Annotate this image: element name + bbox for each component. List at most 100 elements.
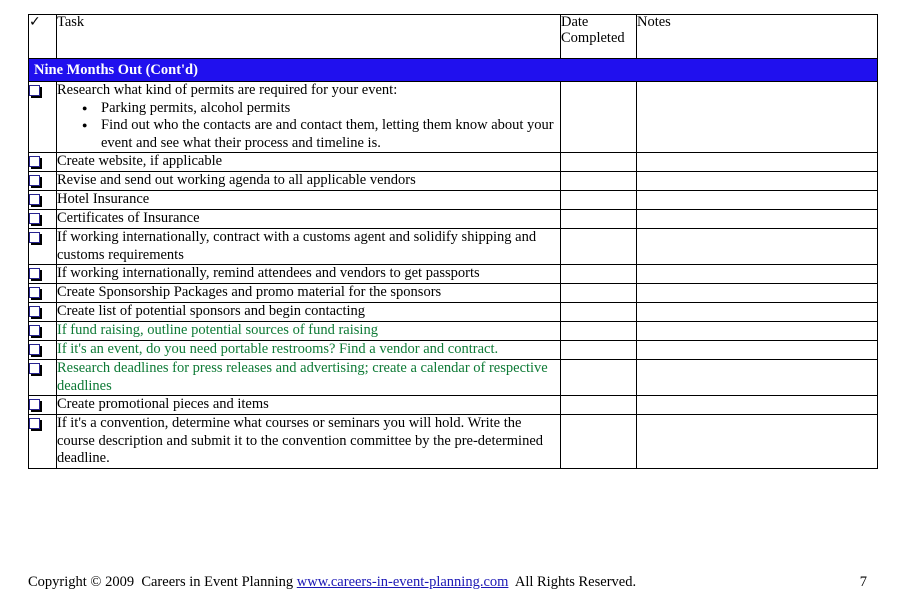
table-row: Create website, if applicable xyxy=(28,152,878,172)
date-completed-cell[interactable] xyxy=(560,171,637,191)
task-checkbox-cell[interactable] xyxy=(28,283,57,303)
checkbox-icon[interactable] xyxy=(29,268,40,279)
table-body: Nine Months Out (Cont'd) Research what ki… xyxy=(28,58,878,469)
date-completed-cell[interactable] xyxy=(560,395,637,415)
task-description-cell: Create promotional pieces and items xyxy=(56,395,561,415)
table-row: If it's an event, do you need portable r… xyxy=(28,340,878,360)
date-completed-cell[interactable] xyxy=(560,81,637,153)
table-row: Create promotional pieces and items xyxy=(28,395,878,415)
task-description-cell: If working internationally, remind atten… xyxy=(56,264,561,284)
table-row: Create list of potential sponsors and be… xyxy=(28,302,878,322)
task-sub-bullet-list: Parking permits, alcohol permitsFind out… xyxy=(57,99,560,153)
date-completed-cell[interactable] xyxy=(560,414,637,469)
task-checkbox-cell[interactable] xyxy=(28,171,57,191)
notes-cell[interactable] xyxy=(636,228,878,265)
table-row: If working internationally, contract wit… xyxy=(28,228,878,265)
notes-cell[interactable] xyxy=(636,264,878,284)
footer-rights: All Rights Reserved. xyxy=(508,574,637,590)
notes-cell[interactable] xyxy=(636,359,878,396)
table-row: If it's a convention, determine what cou… xyxy=(28,414,878,469)
document-page: ✓ Task Date Completed Notes Nine Months … xyxy=(0,0,909,609)
table-row: Research what kind of permits are requir… xyxy=(28,81,878,153)
checkbox-icon[interactable] xyxy=(29,344,40,355)
task-text: Research deadlines for press releases an… xyxy=(57,360,548,394)
task-description-cell: Research deadlines for press releases an… xyxy=(56,359,561,396)
checkbox-icon[interactable] xyxy=(29,418,40,429)
table-row: Hotel Insurance xyxy=(28,190,878,210)
task-checkbox-cell[interactable] xyxy=(28,321,57,341)
task-checkbox-cell[interactable] xyxy=(28,152,57,172)
checkbox-icon[interactable] xyxy=(29,85,40,96)
notes-cell[interactable] xyxy=(636,321,878,341)
section-header-label: Nine Months Out (Cont'd) xyxy=(28,58,878,82)
checkbox-icon[interactable] xyxy=(29,399,40,410)
task-description-cell: Revise and send out working agenda to al… xyxy=(56,171,561,191)
task-text: Create website, if applicable xyxy=(57,153,223,169)
column-header-date-completed: Date Completed xyxy=(560,14,637,59)
date-completed-cell[interactable] xyxy=(560,190,637,210)
notes-cell[interactable] xyxy=(636,152,878,172)
task-description-cell: Certificates of Insurance xyxy=(56,209,561,229)
task-checkbox-cell[interactable] xyxy=(28,395,57,415)
column-header-notes: Notes xyxy=(636,14,878,59)
checkbox-icon[interactable] xyxy=(29,194,40,205)
notes-cell[interactable] xyxy=(636,395,878,415)
date-completed-cell[interactable] xyxy=(560,152,637,172)
date-completed-cell[interactable] xyxy=(560,321,637,341)
checkbox-icon[interactable] xyxy=(29,213,40,224)
date-completed-cell[interactable] xyxy=(560,209,637,229)
checkbox-icon[interactable] xyxy=(29,175,40,186)
table-row: Create Sponsorship Packages and promo ma… xyxy=(28,283,878,303)
task-checkbox-cell[interactable] xyxy=(28,209,57,229)
task-checkbox-cell[interactable] xyxy=(28,414,57,469)
task-text: If it's an event, do you need portable r… xyxy=(57,341,499,357)
date-completed-cell[interactable] xyxy=(560,264,637,284)
checkbox-icon[interactable] xyxy=(29,325,40,336)
footer-website-link[interactable]: www.careers-in-event-planning.com xyxy=(297,573,509,591)
page-footer: Copyright © 2009 Careers in Event Planni… xyxy=(28,573,877,591)
task-description-cell: If it's an event, do you need portable r… xyxy=(56,340,561,360)
task-text: If working internationally, remind atten… xyxy=(57,265,480,281)
checkbox-icon[interactable] xyxy=(29,156,40,167)
task-description-cell: If it's a convention, determine what cou… xyxy=(56,414,561,469)
task-checkbox-cell[interactable] xyxy=(28,359,57,396)
task-text: Certificates of Insurance xyxy=(57,210,200,226)
task-text: If fund raising, outline potential sourc… xyxy=(57,322,378,338)
notes-cell[interactable] xyxy=(636,81,878,153)
date-completed-cell[interactable] xyxy=(560,359,637,396)
checkbox-icon[interactable] xyxy=(29,287,40,298)
table-row: If fund raising, outline potential sourc… xyxy=(28,321,878,341)
checklist-table: ✓ Task Date Completed Notes Nine Months … xyxy=(28,14,878,469)
notes-cell[interactable] xyxy=(636,414,878,469)
task-checkbox-cell[interactable] xyxy=(28,340,57,360)
table-header: ✓ Task Date Completed Notes xyxy=(28,14,878,59)
task-description-cell: If fund raising, outline potential sourc… xyxy=(56,321,561,341)
column-header-task: Task xyxy=(56,14,561,59)
notes-cell[interactable] xyxy=(636,340,878,360)
task-sub-bullet: Parking permits, alcohol permits xyxy=(82,99,560,117)
task-checkbox-cell[interactable] xyxy=(28,302,57,322)
task-text: Revise and send out working agenda to al… xyxy=(57,172,416,188)
date-completed-cell[interactable] xyxy=(560,302,637,322)
task-description-cell: Create list of potential sponsors and be… xyxy=(56,302,561,322)
notes-cell[interactable] xyxy=(636,171,878,191)
task-description-cell: Research what kind of permits are requir… xyxy=(56,81,561,153)
task-text: If working internationally, contract wit… xyxy=(57,229,537,263)
notes-cell[interactable] xyxy=(636,190,878,210)
checkbox-icon[interactable] xyxy=(29,232,40,243)
date-completed-cell[interactable] xyxy=(560,228,637,265)
date-completed-cell[interactable] xyxy=(560,283,637,303)
task-checkbox-cell[interactable] xyxy=(28,228,57,265)
task-checkbox-cell[interactable] xyxy=(28,190,57,210)
task-text: If it's a convention, determine what cou… xyxy=(57,415,544,466)
notes-cell[interactable] xyxy=(636,302,878,322)
checkbox-icon[interactable] xyxy=(29,306,40,317)
task-checkbox-cell[interactable] xyxy=(28,81,57,153)
notes-cell[interactable] xyxy=(636,209,878,229)
checkbox-icon[interactable] xyxy=(29,363,40,374)
task-checkbox-cell[interactable] xyxy=(28,264,57,284)
date-completed-line2: Completed xyxy=(561,29,625,46)
task-text: Create promotional pieces and items xyxy=(57,396,269,412)
date-completed-cell[interactable] xyxy=(560,340,637,360)
notes-cell[interactable] xyxy=(636,283,878,303)
